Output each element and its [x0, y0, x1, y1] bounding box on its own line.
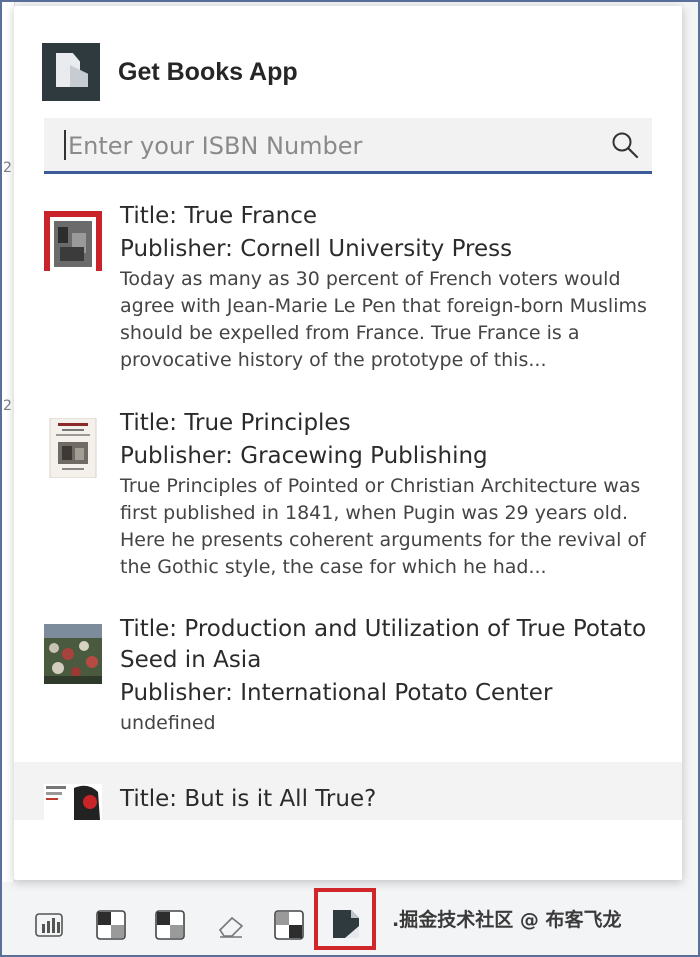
app-header: Get Books App [42, 42, 298, 102]
book-cover-thumbnail [44, 784, 102, 824]
eraser-icon[interactable] [216, 910, 246, 940]
app-title: Get Books App [118, 57, 298, 86]
books-app-icon[interactable] [331, 906, 361, 940]
app-tile-icon[interactable] [96, 910, 126, 940]
result-item[interactable]: Title: True France Publisher: Cornell Un… [44, 201, 652, 374]
result-description: Today as many as 30 percent of French vo… [120, 268, 647, 371]
result-item[interactable]: Title: Production and Utilization of Tru… [44, 614, 652, 737]
book-cover-thumbnail [44, 211, 102, 271]
result-title: Title: Production and Utilization of Tru… [120, 616, 647, 673]
book-cover-thumbnail [49, 418, 97, 478]
result-item[interactable]: Title: True Principles Publisher: Gracew… [44, 408, 652, 581]
result-publisher: Publisher: International Potato Center [120, 680, 553, 706]
app-tile-icon[interactable] [155, 910, 185, 940]
result-description: True Principles of Pointed or Christian … [120, 475, 646, 578]
background-mark: 2 [3, 160, 12, 176]
app-tile-icon[interactable] [274, 910, 304, 940]
result-title: Title: True France [120, 203, 317, 229]
result-title: Title: True Principles [120, 410, 351, 436]
result-publisher: Publisher: Gracewing Publishing [120, 443, 488, 469]
result-title: Title: But is it All True? [120, 786, 377, 812]
isbn-search-input[interactable] [66, 126, 590, 166]
books-panel: Get Books App Title: True France [14, 6, 682, 880]
result-publisher: Publisher: Cornell University Press [120, 236, 513, 262]
chart-app-icon[interactable] [34, 910, 64, 940]
book-cover-thumbnail [44, 624, 102, 684]
background-mark: 2 [3, 398, 12, 414]
app-logo-icon [42, 43, 100, 101]
search-box[interactable] [44, 118, 652, 174]
search-icon[interactable] [610, 130, 640, 160]
watermark-text: .掘金技术社区 @ 布客飞龙 [392, 909, 622, 931]
result-item[interactable]: Title: But is it All True? [44, 762, 652, 824]
result-description: undefined [120, 712, 216, 734]
